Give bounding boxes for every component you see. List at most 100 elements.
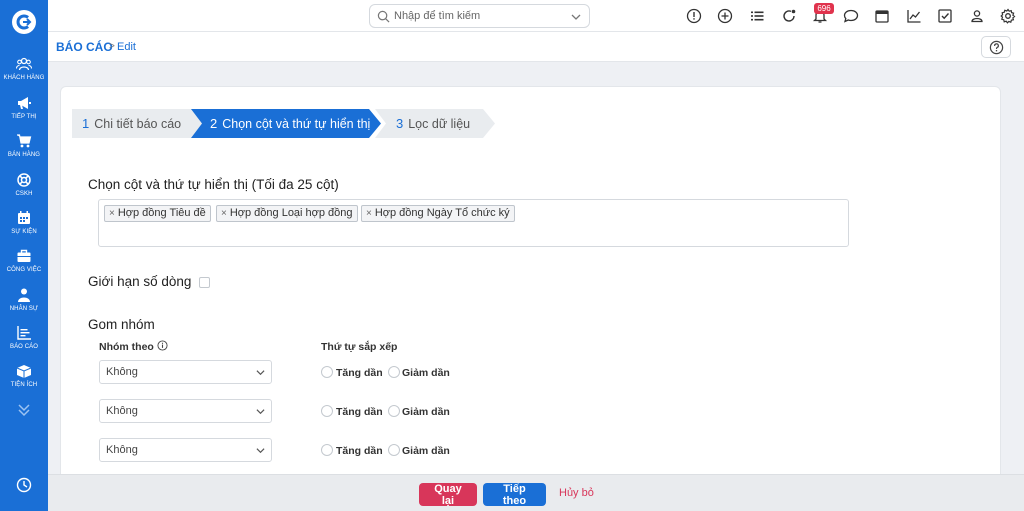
select-value: Không — [106, 405, 138, 417]
sidebar-item-label: CÔNG VIỆC — [6, 267, 42, 273]
limit-rows-checkbox[interactable] — [199, 277, 210, 288]
sidebar-item-customers[interactable]: KHÁCH HÀNG — [0, 56, 48, 92]
select-value: Không — [106, 366, 138, 378]
step-filter[interactable]: 3 Lọc dữ liệu — [375, 109, 495, 138]
selected-column-tag: × Hợp đồng Tiêu đề — [104, 205, 211, 222]
sidebar-item-hr[interactable]: NHÂN SỰ — [0, 287, 48, 323]
step-columns[interactable]: 2 Chọn cột và thứ tự hiển thị — [191, 109, 381, 138]
tag-label: Hợp đồng Ngày Tổ chức ký — [374, 207, 510, 219]
sidebar-item-label: TIẾP THỊ — [11, 114, 37, 120]
breadcrumb: BÁO CÁO > Edit — [48, 32, 1024, 62]
columns-multiselect[interactable]: × Hợp đồng Tiêu đề × Hợp đồng Loại hợp đồn… — [98, 199, 849, 247]
cart-icon — [17, 134, 32, 148]
help-button[interactable] — [981, 36, 1011, 58]
app-logo[interactable] — [12, 10, 36, 34]
sidebar-item-label: SỰ KIỆN — [11, 229, 37, 235]
back-button[interactable]: Quay lại — [419, 483, 477, 507]
tag-label: Hợp đồng Loại hợp đồng — [229, 207, 353, 219]
sidebar: KHÁCH HÀNG TIẾP THỊ BÁN HÀNG CSKH SỰ KIỆ… — [0, 0, 48, 511]
checkbox-icon[interactable] — [937, 8, 953, 24]
sort-desc-label: Giảm dần — [402, 406, 450, 418]
sidebar-item-utilities[interactable]: TIỆN ÍCH — [0, 363, 48, 399]
alert-circle-icon[interactable] — [686, 8, 702, 24]
tag-label: Hợp đồng Tiêu đề — [117, 207, 206, 219]
briefcase-icon — [17, 249, 31, 262]
step-label: Chi tiết báo cáo — [94, 117, 182, 131]
sidebar-item-sales[interactable]: BÁN HÀNG — [0, 133, 48, 169]
sort-asc-label: Tăng dần — [336, 445, 383, 457]
logo-icon — [16, 14, 32, 30]
chevron-down-icon — [256, 448, 265, 454]
remove-tag-icon[interactable]: × — [109, 208, 115, 219]
sidebar-item-label: BÁO CÁO — [9, 344, 39, 350]
global-search[interactable] — [369, 4, 590, 28]
columns-section-title: Chọn cột và thứ tự hiển thị (Tối đa 25 c… — [88, 177, 339, 192]
gear-icon[interactable] — [1000, 8, 1016, 24]
chevron-down-icon — [256, 370, 265, 376]
report-chart-icon — [17, 326, 31, 340]
wizard-footer: Quay lại Tiếp theo Hủy bỏ — [48, 474, 1024, 511]
group-by-select[interactable]: Không — [99, 360, 272, 384]
chat-bubble-icon[interactable] — [843, 8, 859, 24]
cancel-link[interactable]: Hủy bỏ — [559, 487, 594, 499]
group-section-title: Gom nhóm — [88, 317, 155, 332]
chevron-down-icon — [571, 14, 581, 20]
user-icon[interactable] — [969, 8, 985, 24]
users-icon — [16, 57, 32, 71]
sort-desc-label: Giảm dần — [402, 367, 450, 379]
selected-column-tag: × Hợp đồng Loại hợp đồng — [216, 205, 358, 222]
sidebar-item-tasks[interactable]: CÔNG VIỆC — [0, 248, 48, 284]
sort-desc-label: Giảm dần — [402, 445, 450, 457]
sidebar-item-cskh[interactable]: CSKH — [0, 172, 48, 208]
expand-chevron-icon[interactable] — [16, 402, 32, 418]
step-number: 2 — [210, 116, 218, 131]
list-icon[interactable] — [749, 8, 765, 24]
box-icon — [16, 365, 32, 378]
search-input[interactable] — [394, 8, 564, 24]
clock-icon[interactable] — [16, 477, 32, 493]
breadcrumb-root[interactable]: BÁO CÁO — [56, 40, 113, 54]
top-bar: 696 — [48, 0, 1024, 32]
sort-desc-radio[interactable] — [388, 366, 400, 378]
group-by-select[interactable]: Không — [99, 438, 272, 462]
sidebar-item-marketing[interactable]: TIẾP THỊ — [0, 95, 48, 131]
person-icon — [18, 288, 30, 302]
sidebar-item-label: NHÂN SỰ — [9, 306, 39, 312]
chevron-down-icon — [256, 409, 265, 415]
limit-rows-label: Giới hạn số dòng — [88, 274, 192, 289]
refresh-icon[interactable] — [781, 8, 797, 24]
breadcrumb-separator: > — [109, 41, 115, 52]
step-number: 3 — [396, 116, 404, 131]
info-icon[interactable] — [157, 340, 168, 351]
report-wizard-card: 1 Chi tiết báo cáo 3 Lọc dữ liệu 2 Chọn cột… — [60, 86, 1001, 486]
step-number: 1 — [82, 116, 90, 131]
step-label: Lọc dữ liệu — [408, 117, 471, 131]
sidebar-item-label: KHÁCH HÀNG — [3, 75, 45, 81]
sidebar-item-label: TIỆN ÍCH — [10, 382, 38, 388]
sidebar-item-label: BÁN HÀNG — [7, 152, 41, 158]
sort-desc-radio[interactable] — [388, 444, 400, 456]
group-by-select[interactable]: Không — [99, 399, 272, 423]
select-value: Không — [106, 444, 138, 456]
search-icon — [377, 10, 390, 23]
step-label: Chọn cột và thứ tự hiển thị — [222, 117, 371, 131]
remove-tag-icon[interactable]: × — [366, 208, 372, 219]
line-chart-icon[interactable] — [906, 8, 922, 24]
calendar-outline-icon[interactable] — [874, 8, 890, 24]
sort-asc-radio[interactable] — [321, 444, 333, 456]
step-details[interactable]: 1 Chi tiết báo cáo — [72, 109, 204, 138]
sort-asc-label: Tăng dần — [336, 367, 383, 379]
selected-column-tag: × Hợp đồng Ngày Tổ chức ký — [361, 205, 515, 222]
sidebar-item-events[interactable]: SỰ KIỆN — [0, 210, 48, 246]
next-button[interactable]: Tiếp theo — [483, 483, 546, 507]
notification-badge: 696 — [814, 3, 834, 14]
add-circle-icon[interactable] — [717, 8, 733, 24]
sidebar-item-reports[interactable]: BÁO CÁO — [0, 325, 48, 361]
remove-tag-icon[interactable]: × — [221, 208, 227, 219]
sort-asc-radio[interactable] — [321, 366, 333, 378]
calendar-icon — [18, 211, 30, 224]
sort-asc-radio[interactable] — [321, 405, 333, 417]
sort-desc-radio[interactable] — [388, 405, 400, 417]
sort-asc-label: Tăng dần — [336, 406, 383, 418]
sort-order-label: Thứ tự sắp xếp — [321, 341, 398, 353]
